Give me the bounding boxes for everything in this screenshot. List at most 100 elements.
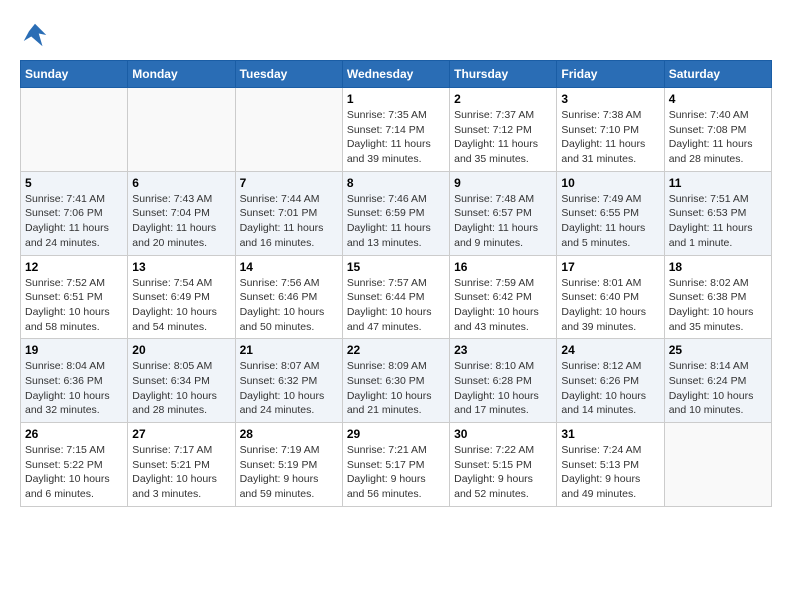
- day-info: Sunrise: 7:22 AM Sunset: 5:15 PM Dayligh…: [454, 443, 552, 502]
- day-number: 4: [669, 92, 767, 106]
- calendar-cell: 23 Sunrise: 8:10 AM Sunset: 6:28 PM Dayli…: [450, 339, 557, 423]
- calendar-cell: 18 Sunrise: 8:02 AM Sunset: 6:38 PM Dayli…: [664, 255, 771, 339]
- calendar-cell: 16Sunrise: 7:59 AM Sunset: 6:42 PM Dayli…: [450, 255, 557, 339]
- day-number: 22: [347, 343, 445, 357]
- day-number: 27: [132, 427, 230, 441]
- calendar-cell: 3 Sunrise: 7:38 AM Sunset: 7:10 PM Daylig…: [557, 88, 664, 172]
- day-info: Sunrise: 7:44 AM Sunset: 7:01 PM Dayligh…: [240, 192, 338, 251]
- day-info: Sunrise: 7:15 AM Sunset: 5:22 PM Dayligh…: [25, 443, 123, 502]
- page-header: [20, 20, 772, 50]
- day-info: Sunrise: 7:37 AM Sunset: 7:12 PM Dayligh…: [454, 108, 552, 167]
- day-header-friday: Friday: [557, 61, 664, 88]
- day-info: Sunrise: 8:14 AM Sunset: 6:24 PM Dayligh…: [669, 359, 767, 418]
- day-number: 25: [669, 343, 767, 357]
- day-info: Sunrise: 7:40 AM Sunset: 7:08 PM Dayligh…: [669, 108, 767, 167]
- logo-icon: [20, 20, 50, 50]
- day-number: 20: [132, 343, 230, 357]
- day-info: Sunrise: 7:52 AM Sunset: 6:51 PM Dayligh…: [25, 276, 123, 335]
- day-info: Sunrise: 8:02 AM Sunset: 6:38 PM Dayligh…: [669, 276, 767, 335]
- day-number: 12: [25, 260, 123, 274]
- logo: [20, 20, 54, 50]
- day-header-saturday: Saturday: [664, 61, 771, 88]
- calendar-table: SundayMondayTuesdayWednesdayThursdayFrid…: [20, 60, 772, 507]
- day-number: 17: [561, 260, 659, 274]
- calendar-cell: 17Sunrise: 8:01 AM Sunset: 6:40 PM Dayli…: [557, 255, 664, 339]
- day-header-monday: Monday: [128, 61, 235, 88]
- calendar-cell: [664, 423, 771, 507]
- calendar-cell: 24Sunrise: 8:12 AM Sunset: 6:26 PM Dayli…: [557, 339, 664, 423]
- calendar-cell: 13Sunrise: 7:54 AM Sunset: 6:49 PM Dayli…: [128, 255, 235, 339]
- calendar-week-row: 26 Sunrise: 7:15 AM Sunset: 5:22 PM Dayli…: [21, 423, 772, 507]
- day-info: Sunrise: 7:41 AM Sunset: 7:06 PM Dayligh…: [25, 192, 123, 251]
- calendar-cell: 7 Sunrise: 7:44 AM Sunset: 7:01 PM Daylig…: [235, 171, 342, 255]
- day-number: 1: [347, 92, 445, 106]
- calendar-cell: 5 Sunrise: 7:41 AM Sunset: 7:06 PM Daylig…: [21, 171, 128, 255]
- calendar-cell: 11Sunrise: 7:51 AM Sunset: 6:53 PM Dayli…: [664, 171, 771, 255]
- calendar-cell: 15 Sunrise: 7:57 AM Sunset: 6:44 PM Dayli…: [342, 255, 449, 339]
- day-number: 9: [454, 176, 552, 190]
- day-number: 19: [25, 343, 123, 357]
- day-number: 15: [347, 260, 445, 274]
- day-number: 7: [240, 176, 338, 190]
- calendar-week-row: 12 Sunrise: 7:52 AM Sunset: 6:51 PM Dayli…: [21, 255, 772, 339]
- calendar-cell: 12 Sunrise: 7:52 AM Sunset: 6:51 PM Dayli…: [21, 255, 128, 339]
- day-info: Sunrise: 8:12 AM Sunset: 6:26 PM Dayligh…: [561, 359, 659, 418]
- day-number: 21: [240, 343, 338, 357]
- calendar-cell: 21 Sunrise: 8:07 AM Sunset: 6:32 PM Dayli…: [235, 339, 342, 423]
- day-info: Sunrise: 7:56 AM Sunset: 6:46 PM Dayligh…: [240, 276, 338, 335]
- day-info: Sunrise: 7:57 AM Sunset: 6:44 PM Dayligh…: [347, 276, 445, 335]
- calendar-cell: 20 Sunrise: 8:05 AM Sunset: 6:34 PM Dayli…: [128, 339, 235, 423]
- day-number: 10: [561, 176, 659, 190]
- calendar-cell: 25 Sunrise: 8:14 AM Sunset: 6:24 PM Dayli…: [664, 339, 771, 423]
- calendar-cell: [235, 88, 342, 172]
- day-header-wednesday: Wednesday: [342, 61, 449, 88]
- calendar-week-row: 19 Sunrise: 8:04 AM Sunset: 6:36 PM Dayli…: [21, 339, 772, 423]
- day-info: Sunrise: 8:05 AM Sunset: 6:34 PM Dayligh…: [132, 359, 230, 418]
- calendar-cell: 14Sunrise: 7:56 AM Sunset: 6:46 PM Dayli…: [235, 255, 342, 339]
- day-info: Sunrise: 8:07 AM Sunset: 6:32 PM Dayligh…: [240, 359, 338, 418]
- day-number: 18: [669, 260, 767, 274]
- day-number: 3: [561, 92, 659, 106]
- day-number: 16: [454, 260, 552, 274]
- day-number: 28: [240, 427, 338, 441]
- calendar-cell: 19 Sunrise: 8:04 AM Sunset: 6:36 PM Dayli…: [21, 339, 128, 423]
- calendar-cell: 22 Sunrise: 8:09 AM Sunset: 6:30 PM Dayli…: [342, 339, 449, 423]
- day-info: Sunrise: 7:43 AM Sunset: 7:04 PM Dayligh…: [132, 192, 230, 251]
- day-header-sunday: Sunday: [21, 61, 128, 88]
- calendar-cell: 30 Sunrise: 7:22 AM Sunset: 5:15 PM Dayli…: [450, 423, 557, 507]
- day-info: Sunrise: 7:49 AM Sunset: 6:55 PM Dayligh…: [561, 192, 659, 251]
- day-info: Sunrise: 8:04 AM Sunset: 6:36 PM Dayligh…: [25, 359, 123, 418]
- calendar-cell: 28 Sunrise: 7:19 AM Sunset: 5:19 PM Dayli…: [235, 423, 342, 507]
- calendar-cell: 10 Sunrise: 7:49 AM Sunset: 6:55 PM Dayli…: [557, 171, 664, 255]
- calendar-cell: 1Sunrise: 7:35 AM Sunset: 7:14 PM Daylig…: [342, 88, 449, 172]
- day-info: Sunrise: 7:19 AM Sunset: 5:19 PM Dayligh…: [240, 443, 338, 502]
- day-header-tuesday: Tuesday: [235, 61, 342, 88]
- calendar-cell: 31Sunrise: 7:24 AM Sunset: 5:13 PM Dayli…: [557, 423, 664, 507]
- day-info: Sunrise: 8:10 AM Sunset: 6:28 PM Dayligh…: [454, 359, 552, 418]
- day-number: 11: [669, 176, 767, 190]
- day-number: 23: [454, 343, 552, 357]
- calendar-cell: 8Sunrise: 7:46 AM Sunset: 6:59 PM Daylig…: [342, 171, 449, 255]
- day-number: 6: [132, 176, 230, 190]
- day-number: 26: [25, 427, 123, 441]
- day-number: 2: [454, 92, 552, 106]
- day-number: 31: [561, 427, 659, 441]
- calendar-cell: 6 Sunrise: 7:43 AM Sunset: 7:04 PM Daylig…: [128, 171, 235, 255]
- day-number: 30: [454, 427, 552, 441]
- calendar-cell: 26 Sunrise: 7:15 AM Sunset: 5:22 PM Dayli…: [21, 423, 128, 507]
- calendar-cell: 4 Sunrise: 7:40 AM Sunset: 7:08 PM Daylig…: [664, 88, 771, 172]
- calendar-cell: 29 Sunrise: 7:21 AM Sunset: 5:17 PM Dayli…: [342, 423, 449, 507]
- day-info: Sunrise: 7:21 AM Sunset: 5:17 PM Dayligh…: [347, 443, 445, 502]
- calendar-cell: 27Sunrise: 7:17 AM Sunset: 5:21 PM Dayli…: [128, 423, 235, 507]
- day-info: Sunrise: 7:54 AM Sunset: 6:49 PM Dayligh…: [132, 276, 230, 335]
- calendar-cell: [21, 88, 128, 172]
- day-number: 29: [347, 427, 445, 441]
- day-number: 8: [347, 176, 445, 190]
- day-info: Sunrise: 8:09 AM Sunset: 6:30 PM Dayligh…: [347, 359, 445, 418]
- day-info: Sunrise: 7:38 AM Sunset: 7:10 PM Dayligh…: [561, 108, 659, 167]
- day-number: 5: [25, 176, 123, 190]
- calendar-header-row: SundayMondayTuesdayWednesdayThursdayFrid…: [21, 61, 772, 88]
- calendar-week-row: 1Sunrise: 7:35 AM Sunset: 7:14 PM Daylig…: [21, 88, 772, 172]
- calendar-week-row: 5 Sunrise: 7:41 AM Sunset: 7:06 PM Daylig…: [21, 171, 772, 255]
- day-header-thursday: Thursday: [450, 61, 557, 88]
